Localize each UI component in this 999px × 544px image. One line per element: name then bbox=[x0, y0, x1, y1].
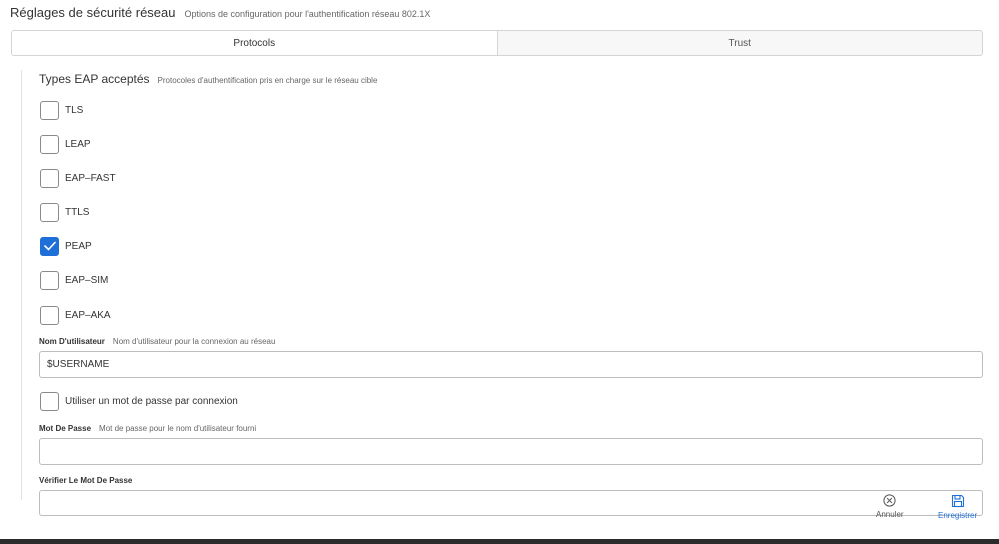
cancel-label: Annuler bbox=[876, 510, 904, 519]
tab-protocols[interactable]: Protocols bbox=[12, 31, 498, 55]
per-connection-password-checkbox[interactable] bbox=[40, 391, 59, 411]
username-input[interactable]: $USERNAME bbox=[39, 351, 983, 378]
username-label-row: Nom D'utilisateur Nom d'utilisateur pour… bbox=[39, 337, 275, 346]
checkmark-icon bbox=[43, 241, 56, 251]
eap-sim-checkbox[interactable] bbox=[40, 270, 59, 290]
eap-option-label: TLS bbox=[65, 104, 84, 116]
username-label: Nom D'utilisateur bbox=[39, 337, 105, 346]
eap-fast-checkbox[interactable] bbox=[40, 168, 59, 188]
tls-checkbox[interactable] bbox=[40, 100, 59, 120]
per-connection-password-option[interactable]: Utiliser un mot de passe par connexion bbox=[40, 391, 238, 411]
eap-option-label: EAP–AKA bbox=[65, 309, 111, 321]
password-hint: Mot de passe pour le nom d'utilisateur f… bbox=[99, 424, 257, 433]
page-subtitle: Options de configuration pour l'authenti… bbox=[184, 9, 431, 19]
close-circle-icon bbox=[883, 494, 896, 507]
eap-option-eap-fast[interactable]: EAP–FAST bbox=[40, 168, 116, 188]
save-icon bbox=[951, 494, 964, 508]
eap-option-label: TTLS bbox=[65, 206, 90, 218]
save-label: Enregistrer bbox=[938, 511, 978, 520]
eap-option-label: LEAP bbox=[65, 138, 91, 150]
eap-option-eap-aka[interactable]: EAP–AKA bbox=[40, 305, 111, 325]
leap-checkbox[interactable] bbox=[40, 134, 59, 154]
cancel-button[interactable]: Annuler bbox=[876, 494, 904, 519]
verify-password-input[interactable] bbox=[39, 490, 983, 516]
eap-option-tls[interactable]: TLS bbox=[40, 100, 83, 120]
page-header: Réglages de sécurité réseau Options de c… bbox=[10, 5, 430, 23]
window-bottom-edge bbox=[0, 539, 999, 544]
peap-checkbox[interactable] bbox=[40, 236, 59, 256]
password-label-row: Mot De Passe Mot de passe pour le nom d'… bbox=[39, 424, 256, 433]
password-label: Mot De Passe bbox=[39, 424, 92, 433]
verify-password-label: Vérifier Le Mot De Passe bbox=[39, 476, 133, 485]
eap-section-hint: Protocoles d'authentification pris en ch… bbox=[157, 76, 378, 85]
password-input[interactable] bbox=[39, 438, 983, 465]
section-divider bbox=[21, 70, 22, 500]
eap-option-label: EAP–FAST bbox=[65, 172, 116, 184]
eap-aka-checkbox[interactable] bbox=[40, 305, 59, 325]
eap-option-leap[interactable]: LEAP bbox=[40, 134, 91, 154]
eap-option-eap-sim[interactable]: EAP–SIM bbox=[40, 270, 108, 290]
eap-section-header: Types EAP acceptés Protocoles d'authenti… bbox=[39, 72, 377, 86]
ttls-checkbox[interactable] bbox=[40, 202, 59, 222]
username-hint: Nom d'utilisateur pour la connexion au r… bbox=[112, 337, 276, 346]
page-title: Réglages de sécurité réseau bbox=[10, 5, 176, 20]
per-connection-password-label: Utiliser un mot de passe par connexion bbox=[65, 395, 238, 407]
eap-option-peap[interactable]: PEAP bbox=[40, 236, 92, 256]
verify-password-label-row: Vérifier Le Mot De Passe bbox=[39, 476, 132, 485]
eap-option-label: PEAP bbox=[65, 240, 92, 252]
tab-trust[interactable]: Trust bbox=[498, 31, 983, 55]
tab-bar: Protocols Trust bbox=[11, 30, 983, 56]
eap-option-ttls[interactable]: TTLS bbox=[40, 202, 89, 222]
eap-section-title: Types EAP acceptés bbox=[39, 72, 150, 86]
eap-option-label: EAP–SIM bbox=[65, 274, 109, 286]
save-button[interactable]: Enregistrer bbox=[938, 494, 977, 520]
